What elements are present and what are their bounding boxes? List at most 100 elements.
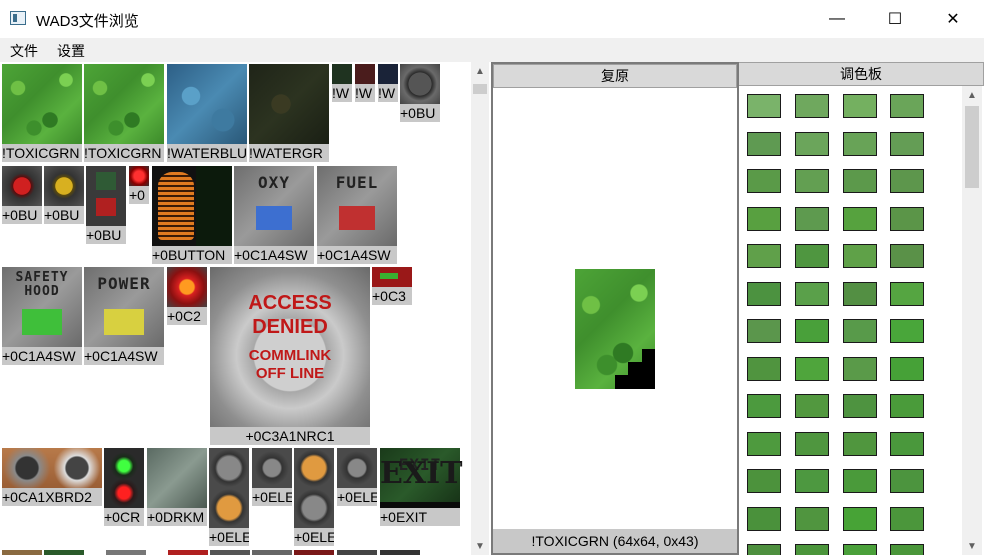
texture-tile-0[interactable]: +0 <box>129 166 149 204</box>
palette-swatch[interactable] <box>843 469 877 493</box>
palette-swatch[interactable] <box>795 319 829 343</box>
palette-scroll-thumb[interactable] <box>965 106 979 188</box>
palette-swatch[interactable] <box>795 281 829 306</box>
palette-swatch[interactable] <box>890 169 924 193</box>
palette-swatch[interactable] <box>843 206 877 231</box>
texture-tile-w[interactable]: !W <box>378 64 398 102</box>
palette-swatch[interactable] <box>843 394 877 418</box>
palette-swatch[interactable] <box>890 281 924 306</box>
palette-swatch[interactable] <box>890 356 924 381</box>
palette-swatch[interactable] <box>843 431 877 456</box>
texture-scrollbar[interactable]: ▲ ▼ <box>471 62 489 555</box>
palette-scroll-down-arrow-icon[interactable]: ▼ <box>962 537 982 555</box>
palette-header[interactable]: 调色板 <box>739 62 984 86</box>
palette-swatch[interactable] <box>795 506 829 531</box>
palette-swatch[interactable] <box>747 281 781 306</box>
menu-file[interactable]: 文件 <box>10 41 38 61</box>
palette-swatch[interactable] <box>890 244 924 268</box>
texture-tile-0cr[interactable]: +0CR <box>104 448 144 526</box>
palette-swatch[interactable] <box>890 94 924 118</box>
palette-swatch[interactable] <box>795 131 829 156</box>
palette-swatch[interactable] <box>890 431 924 456</box>
palette-swatch[interactable] <box>747 431 781 456</box>
scroll-down-arrow-icon[interactable]: ▼ <box>471 537 489 555</box>
texture-tile-0c3[interactable]: +0C3 <box>372 267 412 305</box>
palette-swatch[interactable] <box>843 319 877 343</box>
texture-tile-0ele[interactable]: +0ELE <box>252 448 292 506</box>
texture-tile-0exit[interactable]: EXIT EXIT +0EXIT <box>380 448 463 526</box>
palette-scroll-up-arrow-icon[interactable]: ▲ <box>962 86 982 104</box>
texture-label: !W <box>332 84 352 102</box>
restore-header[interactable]: 复原 <box>493 64 737 88</box>
texture-tile-0c1a4sw[interactable]: FUEL +0C1A4SW <box>317 166 397 264</box>
palette-swatch[interactable] <box>747 244 781 268</box>
palette-swatch[interactable] <box>843 356 877 381</box>
texture-tile-0ele[interactable]: +0ELE <box>294 448 334 546</box>
palette-swatch[interactable] <box>890 469 924 493</box>
palette-swatch[interactable] <box>890 319 924 343</box>
palette-swatch[interactable] <box>890 544 924 555</box>
app-icon <box>10 11 26 25</box>
palette-swatch[interactable] <box>795 356 829 381</box>
texture-tile-watergr[interactable]: !WATERGR <box>249 64 329 162</box>
palette-swatch[interactable] <box>795 544 829 555</box>
texture-thumbnail-partial <box>210 550 250 555</box>
palette-swatch[interactable] <box>747 131 781 156</box>
texture-tile-0ca1xbrd2[interactable]: +0CA1XBRD2 <box>2 448 102 506</box>
palette-swatch[interactable] <box>843 169 877 193</box>
maximize-button[interactable]: ☐ <box>866 0 924 38</box>
palette-swatch[interactable] <box>843 94 877 118</box>
palette-swatch[interactable] <box>890 206 924 231</box>
palette-swatch[interactable] <box>747 169 781 193</box>
texture-tile-0ele[interactable]: +0ELE <box>337 448 377 506</box>
palette-swatch[interactable] <box>747 394 781 418</box>
palette-swatch[interactable] <box>795 169 829 193</box>
texture-tile-0c1a4sw[interactable]: OXY +0C1A4SW <box>234 166 314 264</box>
palette-swatch[interactable] <box>747 469 781 493</box>
palette-swatch[interactable] <box>747 544 781 555</box>
close-button[interactable]: ✕ <box>924 0 982 38</box>
texture-tile-0ele[interactable]: +0ELE <box>209 448 249 546</box>
palette-swatch[interactable] <box>795 94 829 118</box>
texture-tile-0c2[interactable]: +0C2 <box>167 267 207 325</box>
palette-swatch[interactable] <box>747 319 781 343</box>
palette-swatch[interactable] <box>795 244 829 268</box>
palette-swatch[interactable] <box>795 431 829 456</box>
palette-swatch[interactable] <box>795 206 829 231</box>
palette-scrollbar[interactable]: ▲ ▼ <box>962 86 982 555</box>
texture-tile-w[interactable]: !W <box>355 64 375 102</box>
texture-grid[interactable]: !TOXICGRN !TOXICGRN !WATERBLU !WATERGR !W !W!… <box>0 62 471 555</box>
palette-swatch[interactable] <box>890 506 924 531</box>
minimize-button[interactable]: — <box>808 0 866 38</box>
texture-tile-0bu[interactable]: +0BU <box>44 166 84 224</box>
palette-swatch[interactable] <box>795 469 829 493</box>
scroll-up-arrow-icon[interactable]: ▲ <box>471 62 489 80</box>
texture-label: !W <box>355 84 375 102</box>
texture-tile-0bu[interactable]: +0BU <box>400 64 440 122</box>
texture-tile-0c3a1nrc1[interactable]: ACCESS DENIED COMMLINK OFF LINE +0C3A1NRC1 <box>210 267 370 445</box>
palette-swatch[interactable] <box>747 94 781 118</box>
scroll-thumb[interactable] <box>473 84 487 94</box>
palette-swatch[interactable] <box>843 244 877 268</box>
texture-tile-0bu[interactable]: +0BU <box>2 166 42 224</box>
palette-swatch[interactable] <box>747 206 781 231</box>
palette-swatch[interactable] <box>747 356 781 381</box>
texture-tile-toxicgrn[interactable]: !TOXICGRN <box>84 64 164 162</box>
palette-swatch[interactable] <box>747 506 781 531</box>
texture-tile-0bu[interactable]: +0BU <box>86 166 126 244</box>
palette-swatch[interactable] <box>843 281 877 306</box>
texture-tile-w[interactable]: !W <box>332 64 352 102</box>
menu-settings[interactable]: 设置 <box>57 41 85 61</box>
palette-swatch[interactable] <box>795 394 829 418</box>
texture-tile-waterblu[interactable]: !WATERBLU <box>167 64 247 162</box>
texture-tile-0drkm[interactable]: +0DRKM <box>147 448 207 526</box>
palette-swatch[interactable] <box>843 131 877 156</box>
palette-swatch[interactable] <box>843 544 877 555</box>
texture-tile-toxicgrn[interactable]: !TOXICGRN <box>2 64 82 162</box>
texture-tile-0button[interactable]: +0BUTTON <box>152 166 232 264</box>
texture-tile-0c1a4sw[interactable]: SAFETY HOOD +0C1A4SW <box>2 267 82 365</box>
texture-tile-0c1a4sw[interactable]: POWER +0C1A4SW <box>84 267 164 365</box>
palette-swatch[interactable] <box>890 131 924 156</box>
palette-swatch[interactable] <box>890 394 924 418</box>
palette-swatch[interactable] <box>843 506 877 531</box>
